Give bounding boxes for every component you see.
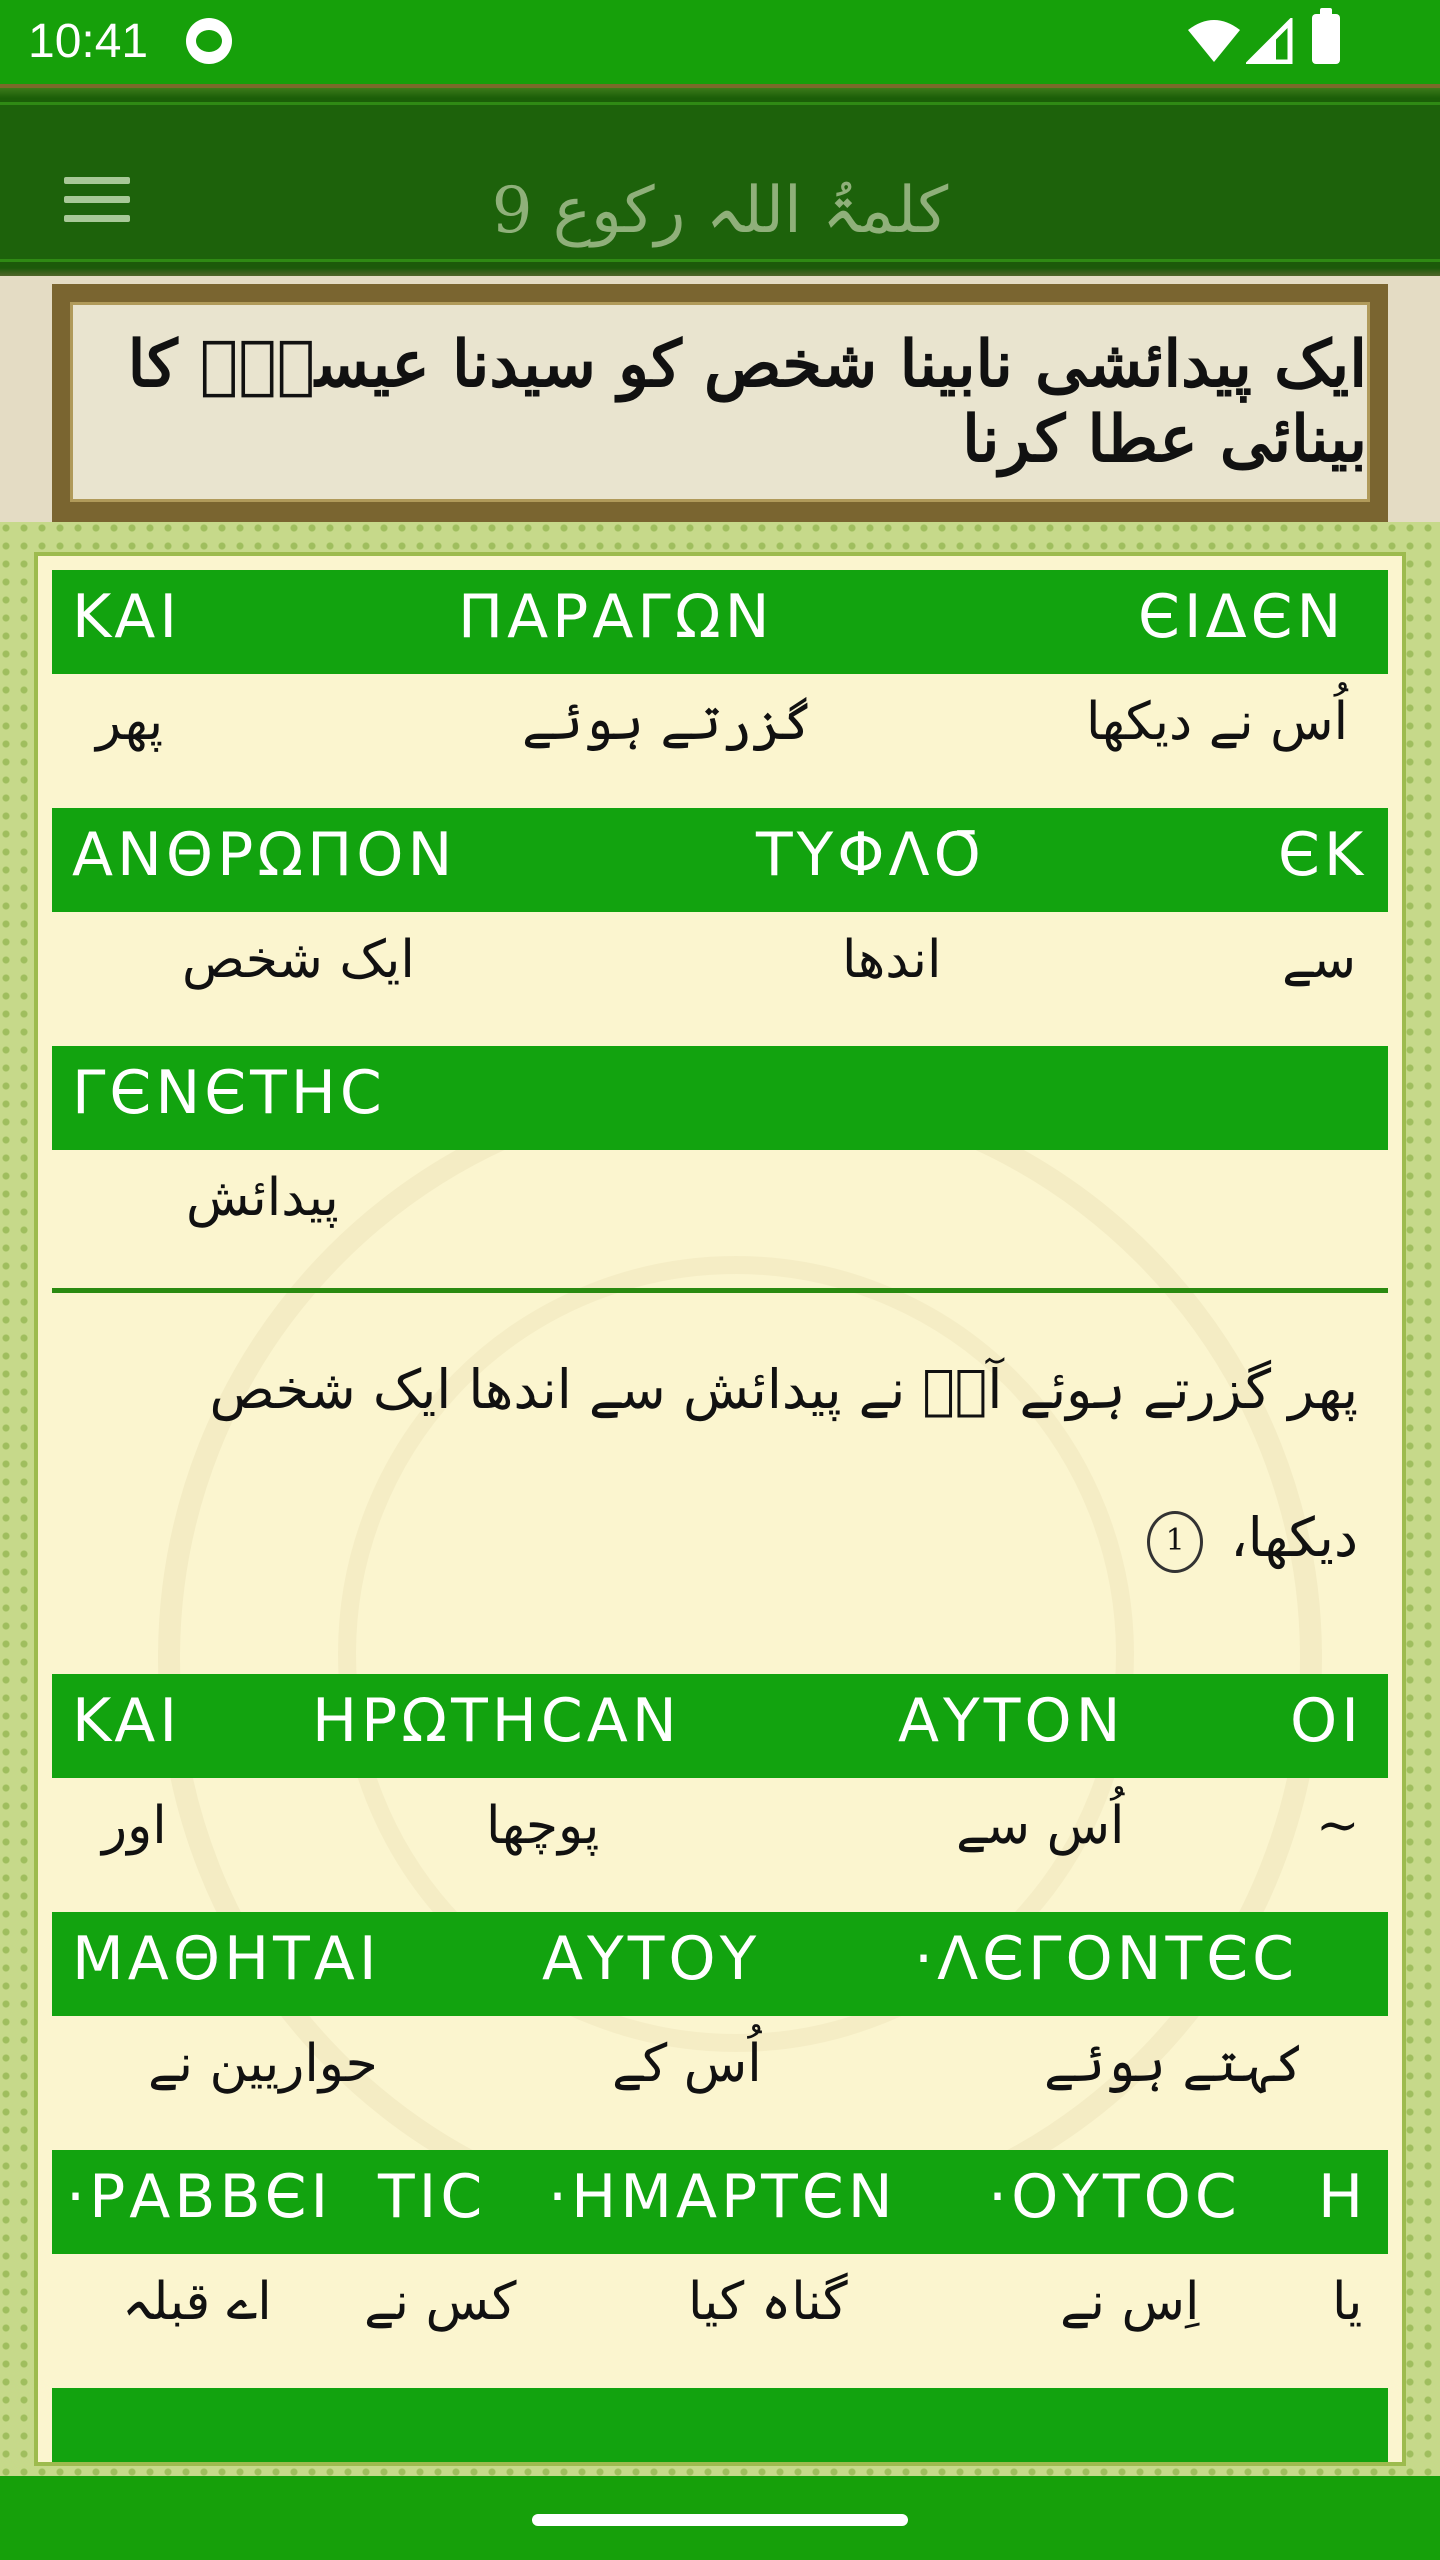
greek-word-row: KAI ΗΡΩΤΗCΑΝ ΑΥΤΟΝ ΟΙ <box>52 1674 1388 1778</box>
urdu-word[interactable]: اور <box>102 1796 167 1856</box>
urdu-word[interactable]: یا <box>1332 2272 1362 2332</box>
urdu-word[interactable]: اُس کے <box>612 2034 762 2094</box>
greek-word[interactable]: ·ΛЄΓΟΝΤЄC <box>914 1924 1298 1994</box>
greek-word[interactable]: ЄΙΔЄΝ <box>1138 582 1345 652</box>
navigation-bar <box>0 2476 1440 2560</box>
greek-word-row: KAI ΠΑΡΑΓΩΝ ЄΙΔЄΝ <box>52 570 1388 674</box>
status-time: 10:41 <box>28 15 149 68</box>
greek-word-row: ΑΝΘΡΩΠΟΝ ΤΥΦΛΟ̄ ЄΚ <box>52 808 1388 912</box>
greek-word[interactable]: ΑΥΤΟΝ <box>898 1686 1124 1756</box>
urdu-word[interactable]: اندھا <box>842 930 941 990</box>
greek-word-row <box>52 2388 1388 2462</box>
section-heading: ایک پیدائشی نابینا شخص کو سیدنا عیسیٰؑ ک… <box>127 327 1367 477</box>
urdu-word[interactable]: پوچھا <box>486 1796 599 1856</box>
home-gesture-handle[interactable] <box>532 2514 908 2526</box>
urdu-word[interactable]: اُس نے دیکھا <box>1086 692 1348 752</box>
greek-word[interactable]: ЄΚ <box>1278 820 1367 890</box>
content-border: KAI ΠΑΡΑΓΩΝ ЄΙΔЄΝ پھر گزرتے ہوئے اُس نے … <box>0 522 1440 2476</box>
urdu-word-row: ایک شخص اندھا سے <box>52 912 1388 1042</box>
translation-line: پھر گزرتے ہوئے آپؑ نے پیدائش سے اندھا ای… <box>209 1358 1358 1421</box>
banner-frame: ایک پیدائشی نابینا شخص کو سیدنا عیسیٰؑ ک… <box>52 284 1388 522</box>
urdu-word[interactable]: اُس سے <box>956 1796 1125 1856</box>
urdu-word[interactable]: ~ <box>1316 1796 1360 1856</box>
urdu-word[interactable]: گزرتے ہوئے <box>522 692 813 752</box>
urdu-word[interactable]: سے <box>1282 930 1356 990</box>
greek-word[interactable]: KAI <box>72 582 181 652</box>
section-banner: ایک پیدائشی نابینا شخص کو سیدنا عیسیٰؑ ک… <box>0 276 1440 522</box>
divider <box>52 1288 1388 1293</box>
greek-word[interactable]: ΑΝΘΡΩΠΟΝ <box>72 820 456 890</box>
page-title: کلمۃُ اللہ رکوع 9 <box>491 174 949 248</box>
greek-word[interactable]: ΟΙ <box>1290 1686 1363 1756</box>
greek-word[interactable]: ΗΡΩΤΗCΑΝ <box>312 1686 681 1756</box>
greek-word[interactable]: ΤΥΦΛΟ̄ <box>756 820 985 890</box>
greek-word-row: ΓЄΝЄΤΗC <box>52 1046 1388 1150</box>
urdu-word[interactable]: اِس نے <box>1060 2272 1199 2332</box>
greek-word[interactable]: ΓЄΝЄΤΗC <box>72 1058 386 1128</box>
greek-word[interactable]: ΑΥΤΟΥ <box>542 1924 760 1994</box>
banner-inner: ایک پیدائشی نابینا شخص کو سیدنا عیسیٰؑ ک… <box>70 302 1370 502</box>
urdu-word[interactable]: ایک شخص <box>182 930 415 990</box>
greek-word[interactable]: ΠΑΡΑΓΩΝ <box>458 582 774 652</box>
greek-word-row: ΜΑΘΗΤΑΙ ΑΥΤΟΥ ·ΛЄΓΟΝΤЄC <box>52 1912 1388 2016</box>
greek-word[interactable]: Η <box>1318 2162 1367 2232</box>
urdu-word-row: پیدائش <box>52 1150 1388 1280</box>
urdu-word[interactable]: گناہ کیا <box>688 2272 848 2332</box>
urdu-word-row: پھر گزرتے ہوئے اُس نے دیکھا <box>52 674 1388 804</box>
greek-word-row: ·ΡΑΒΒЄΙ ΤΙC ·ΗΜΑΡΤЄΝ ·ΟΥΤΟC Η <box>52 2150 1388 2254</box>
greek-word[interactable]: ΜΑΘΗΤΑΙ <box>72 1924 381 1994</box>
greek-word[interactable]: ·ΗΜΑΡΤЄΝ <box>548 2162 897 2232</box>
urdu-word-row: اے قبلہ کس نے گناہ کیا اِس نے یا <box>52 2254 1388 2384</box>
app-bar: کلمۃُ اللہ رکوع 9 <box>0 84 1440 280</box>
urdu-word[interactable]: پیدائش <box>186 1168 339 1228</box>
urdu-word[interactable]: کہتے ہوئے <box>1044 2034 1304 2094</box>
wifi-icon <box>1188 20 1240 62</box>
greek-word[interactable]: KAI <box>72 1686 181 1756</box>
battery-icon <box>1312 8 1340 64</box>
verse-translation: پھر گزرتے ہوئے آپؑ نے پیدائش سے اندھا ای… <box>168 1316 1358 1612</box>
ayah-number-marker: 1 <box>1147 1511 1204 1573</box>
greek-word[interactable]: ·ΟΥΤΟC <box>988 2162 1241 2232</box>
translation-line-2: دیکھا، 1 <box>168 1464 1358 1612</box>
translation-line-text: دیکھا، <box>1230 1506 1358 1569</box>
urdu-word-row: حواریین نے اُس کے کہتے ہوئے <box>52 2016 1388 2146</box>
urdu-word[interactable]: اے قبلہ <box>122 2272 272 2332</box>
urdu-word[interactable]: پھر <box>96 692 163 752</box>
urdu-word-row: اور پوچھا اُس سے ~ <box>52 1778 1388 1908</box>
greek-word[interactable]: ·ΡΑΒΒЄΙ <box>66 2162 332 2232</box>
greek-word[interactable]: ΤΙC <box>378 2162 486 2232</box>
signal-icon <box>1246 18 1293 64</box>
content-area[interactable]: KAI ΠΑΡΑΓΩΝ ЄΙΔЄΝ پھر گزرتے ہوئے اُس نے … <box>38 556 1402 2462</box>
urdu-word[interactable]: کس نے <box>364 2272 517 2332</box>
urdu-word[interactable]: حواریین نے <box>148 2034 378 2094</box>
status-bar: 10:41 <box>0 0 1440 84</box>
app-bar-inner: کلمۃُ اللہ رکوع 9 <box>0 102 1440 262</box>
app-notification-icon <box>186 18 232 64</box>
